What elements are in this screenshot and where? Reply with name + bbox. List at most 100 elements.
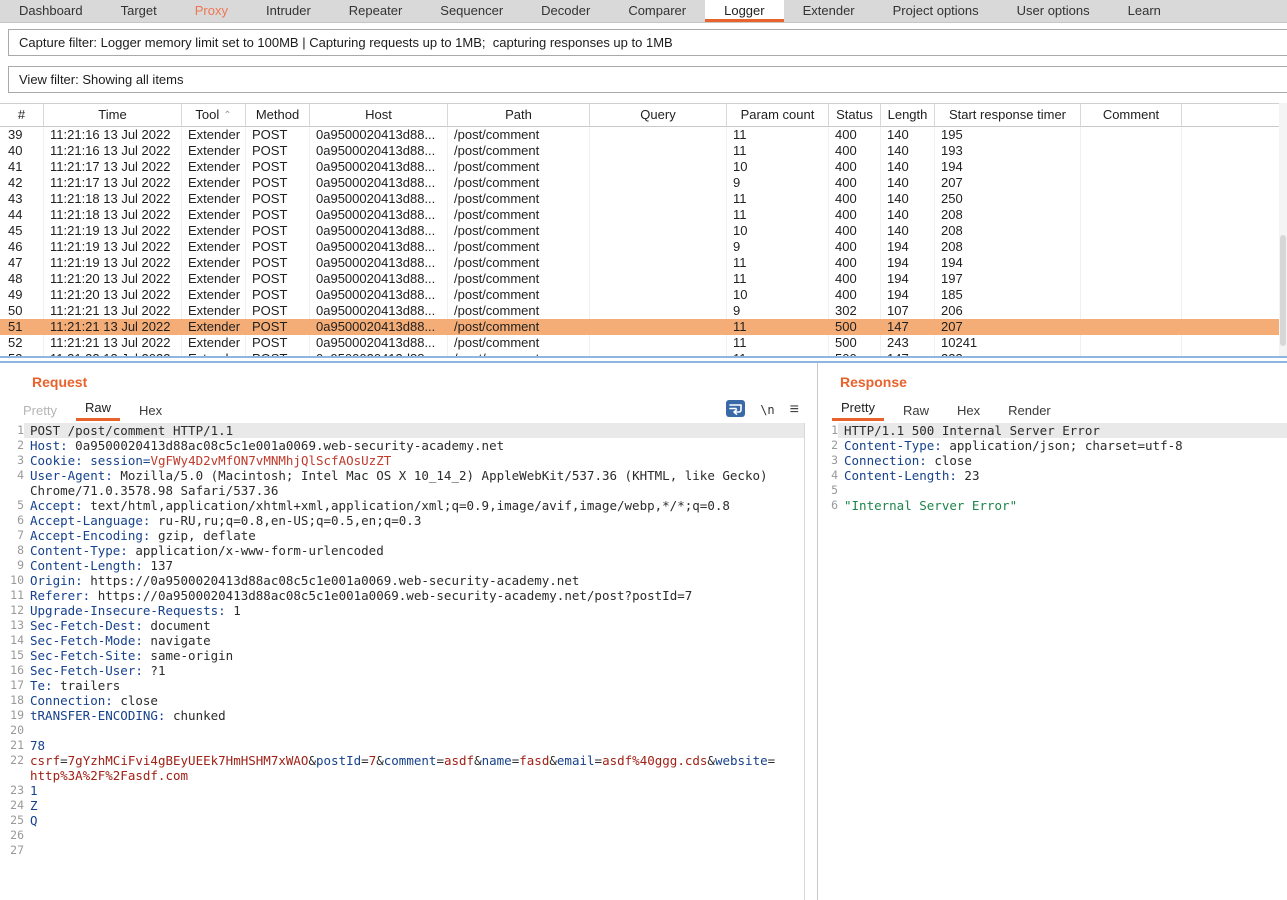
table-row[interactable]: 4011:21:16 13 Jul 2022ExtenderPOST0a9500…: [0, 143, 1287, 159]
column-header-start-response-timer[interactable]: Start response timer: [935, 104, 1081, 127]
editor-line: 9Content-Length: 137: [4, 558, 804, 573]
table-row[interactable]: 4711:21:19 13 Jul 2022ExtenderPOST0a9500…: [0, 255, 1287, 271]
log-table-header: #TimeTool⌃MethodHostPathQueryParam count…: [0, 104, 1287, 127]
cell-time: 11:21:19 13 Jul 2022: [44, 223, 182, 239]
menu-tab-user-options[interactable]: User options: [998, 0, 1109, 22]
table-row[interactable]: 4911:21:20 13 Jul 2022ExtenderPOST0a9500…: [0, 287, 1287, 303]
table-row[interactable]: 4811:21:20 13 Jul 2022ExtenderPOST0a9500…: [0, 271, 1287, 287]
menu-tab-learn[interactable]: Learn: [1109, 0, 1180, 22]
response-tab-render[interactable]: Render: [999, 400, 1060, 421]
cell-query: [590, 239, 727, 255]
response-tab-hex[interactable]: Hex: [948, 400, 989, 421]
table-row[interactable]: 5011:21:21 13 Jul 2022ExtenderPOST0a9500…: [0, 303, 1287, 319]
column-header-filler[interactable]: [1182, 104, 1287, 127]
table-row[interactable]: 5111:21:21 13 Jul 2022ExtenderPOST0a9500…: [0, 319, 1287, 335]
cell-status: 302: [829, 303, 881, 319]
line-content: csrf=7gYzhMCiFvi4gBEyUEEk7HmHSHM7xWAO&po…: [24, 753, 804, 768]
editor-menu-icon[interactable]: ≡: [790, 403, 799, 417]
column-header-tool[interactable]: Tool⌃: [182, 104, 246, 127]
cell-length: 194: [881, 239, 935, 255]
response-tab-raw[interactable]: Raw: [894, 400, 938, 421]
cell-filler: [1182, 159, 1287, 175]
capture-filter-bar[interactable]: Capture filter: Logger memory limit set …: [8, 29, 1287, 56]
cell-host: 0a9500020413d88...: [310, 143, 448, 159]
menu-tab-decoder[interactable]: Decoder: [522, 0, 609, 22]
editor-line: 4Content-Length: 23: [818, 468, 1287, 483]
table-row[interactable]: 4611:21:19 13 Jul 2022ExtenderPOST0a9500…: [0, 239, 1287, 255]
menu-tab-target[interactable]: Target: [102, 0, 176, 22]
menu-tab-comparer[interactable]: Comparer: [609, 0, 705, 22]
table-vertical-scrollbar[interactable]: [1279, 103, 1287, 356]
cell-comment: [1081, 175, 1182, 191]
line-content: Content-Type: application/json; charset=…: [838, 438, 1287, 453]
line-number: 27: [4, 843, 24, 858]
cell-param-count: 11: [727, 271, 829, 287]
menu-tab-intruder[interactable]: Intruder: [247, 0, 330, 22]
cell-index: 45: [0, 223, 44, 239]
request-tab-raw[interactable]: Raw: [76, 397, 120, 421]
line-number: 18: [4, 693, 24, 708]
cell-length: 194: [881, 255, 935, 271]
cell-comment: [1081, 143, 1182, 159]
table-row[interactable]: 4511:21:19 13 Jul 2022ExtenderPOST0a9500…: [0, 223, 1287, 239]
column-header-time[interactable]: Time: [44, 104, 182, 127]
menu-tab-dashboard[interactable]: Dashboard: [0, 0, 102, 22]
table-row[interactable]: 4311:21:18 13 Jul 2022ExtenderPOST0a9500…: [0, 191, 1287, 207]
column-header-comment[interactable]: Comment: [1081, 104, 1182, 127]
panel-splitter-handle[interactable]: [0, 356, 1287, 363]
menu-tab-extender[interactable]: Extender: [784, 0, 874, 22]
table-row[interactable]: 3911:21:16 13 Jul 2022ExtenderPOST0a9500…: [0, 127, 1287, 143]
column-header-index[interactable]: #: [0, 104, 44, 127]
editor-line: Chrome/71.0.3578.98 Safari/537.36: [4, 483, 804, 498]
table-row[interactable]: 5211:21:21 13 Jul 2022ExtenderPOST0a9500…: [0, 335, 1287, 351]
menu-tab-proxy[interactable]: Proxy: [176, 0, 247, 22]
wrap-lines-icon[interactable]: [726, 400, 745, 420]
menu-tab-repeater[interactable]: Repeater: [330, 0, 421, 22]
request-editor[interactable]: 1POST /post/comment HTTP/1.12Host: 0a950…: [4, 423, 805, 900]
cell-query: [590, 143, 727, 159]
line-number: 15: [4, 648, 24, 663]
editor-line: 13Sec-Fetch-Dest: document: [4, 618, 804, 633]
cell-start-response-timer: 195: [935, 127, 1081, 143]
editor-line: 15Sec-Fetch-Site: same-origin: [4, 648, 804, 663]
table-row[interactable]: 4411:21:18 13 Jul 2022ExtenderPOST0a9500…: [0, 207, 1287, 223]
response-editor[interactable]: 1HTTP/1.1 500 Internal Server Error2Cont…: [818, 423, 1287, 900]
line-number: 10: [4, 573, 24, 588]
cell-method: POST: [246, 271, 310, 287]
response-editor-tabs: Pretty Raw Hex Render: [832, 397, 1070, 421]
column-header-query[interactable]: Query: [590, 104, 727, 127]
line-content: Accept-Encoding: gzip, deflate: [24, 528, 804, 543]
menu-tab-logger[interactable]: Logger: [705, 0, 783, 22]
table-row[interactable]: 4111:21:17 13 Jul 2022ExtenderPOST0a9500…: [0, 159, 1287, 175]
line-number: 7: [4, 528, 24, 543]
scrollbar-thumb[interactable]: [1280, 235, 1286, 346]
column-header-host[interactable]: Host: [310, 104, 448, 127]
column-header-path[interactable]: Path: [448, 104, 590, 127]
line-content: User-Agent: Mozilla/5.0 (Macintosh; Inte…: [24, 468, 804, 483]
cell-index: 51: [0, 319, 44, 335]
newline-glyph-icon[interactable]: \n: [760, 403, 774, 417]
column-header-method[interactable]: Method: [246, 104, 310, 127]
menu-tab-sequencer[interactable]: Sequencer: [421, 0, 522, 22]
cell-time: 11:21:21 13 Jul 2022: [44, 335, 182, 351]
menu-tab-project-options[interactable]: Project options: [874, 0, 998, 22]
cell-path: /post/comment: [448, 287, 590, 303]
request-tab-pretty[interactable]: Pretty: [14, 400, 66, 421]
request-tab-hex[interactable]: Hex: [130, 400, 171, 421]
column-header-length[interactable]: Length: [881, 104, 935, 127]
view-filter-bar[interactable]: View filter: Showing all items: [8, 66, 1287, 93]
cell-start-response-timer: 208: [935, 223, 1081, 239]
response-tab-pretty[interactable]: Pretty: [832, 397, 884, 421]
cell-param-count: 11: [727, 191, 829, 207]
cell-comment: [1081, 207, 1182, 223]
column-header-status[interactable]: Status: [829, 104, 881, 127]
line-number: 4: [4, 468, 24, 483]
editor-line: 2Host: 0a9500020413d88ac08c5c1e001a0069.…: [4, 438, 804, 453]
editor-line: 2178: [4, 738, 804, 753]
editor-line: 3Cookie: session=VgFWy4D2vMfON7vMNMhjQlS…: [4, 453, 804, 468]
table-row[interactable]: 4211:21:17 13 Jul 2022ExtenderPOST0a9500…: [0, 175, 1287, 191]
cell-param-count: 10: [727, 223, 829, 239]
cell-time: 11:21:18 13 Jul 2022: [44, 207, 182, 223]
cell-host: 0a9500020413d88...: [310, 207, 448, 223]
column-header-param-count[interactable]: Param count: [727, 104, 829, 127]
